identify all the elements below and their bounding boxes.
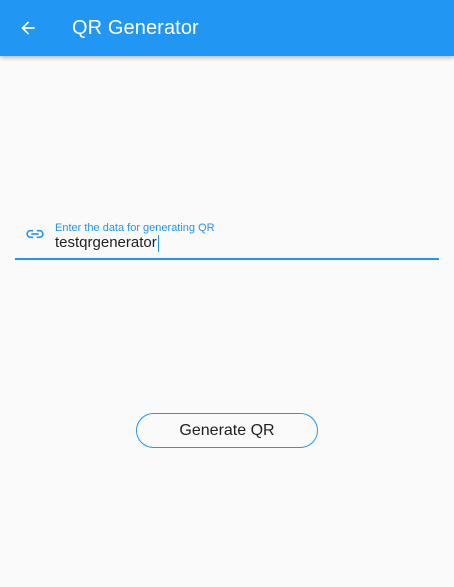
text-cursor bbox=[157, 234, 159, 252]
arrow-back-icon bbox=[21, 21, 35, 35]
link-icon bbox=[24, 225, 46, 243]
focused-underline bbox=[15, 258, 439, 260]
qr-generator-screen: QR Generator Enter the data for generati… bbox=[0, 0, 454, 587]
generate-qr-button[interactable]: Generate QR bbox=[136, 413, 318, 448]
qr-data-field[interactable]: Enter the data for generating QR testqrg… bbox=[15, 214, 439, 260]
qr-data-input[interactable]: testqrgenerator bbox=[55, 234, 159, 252]
page-title: QR Generator bbox=[72, 17, 199, 39]
generate-qr-button-label: Generate QR bbox=[179, 421, 275, 439]
back-button[interactable] bbox=[10, 10, 46, 46]
app-bar: QR Generator bbox=[0, 0, 454, 56]
qr-data-value: testqrgenerator bbox=[55, 234, 157, 251]
